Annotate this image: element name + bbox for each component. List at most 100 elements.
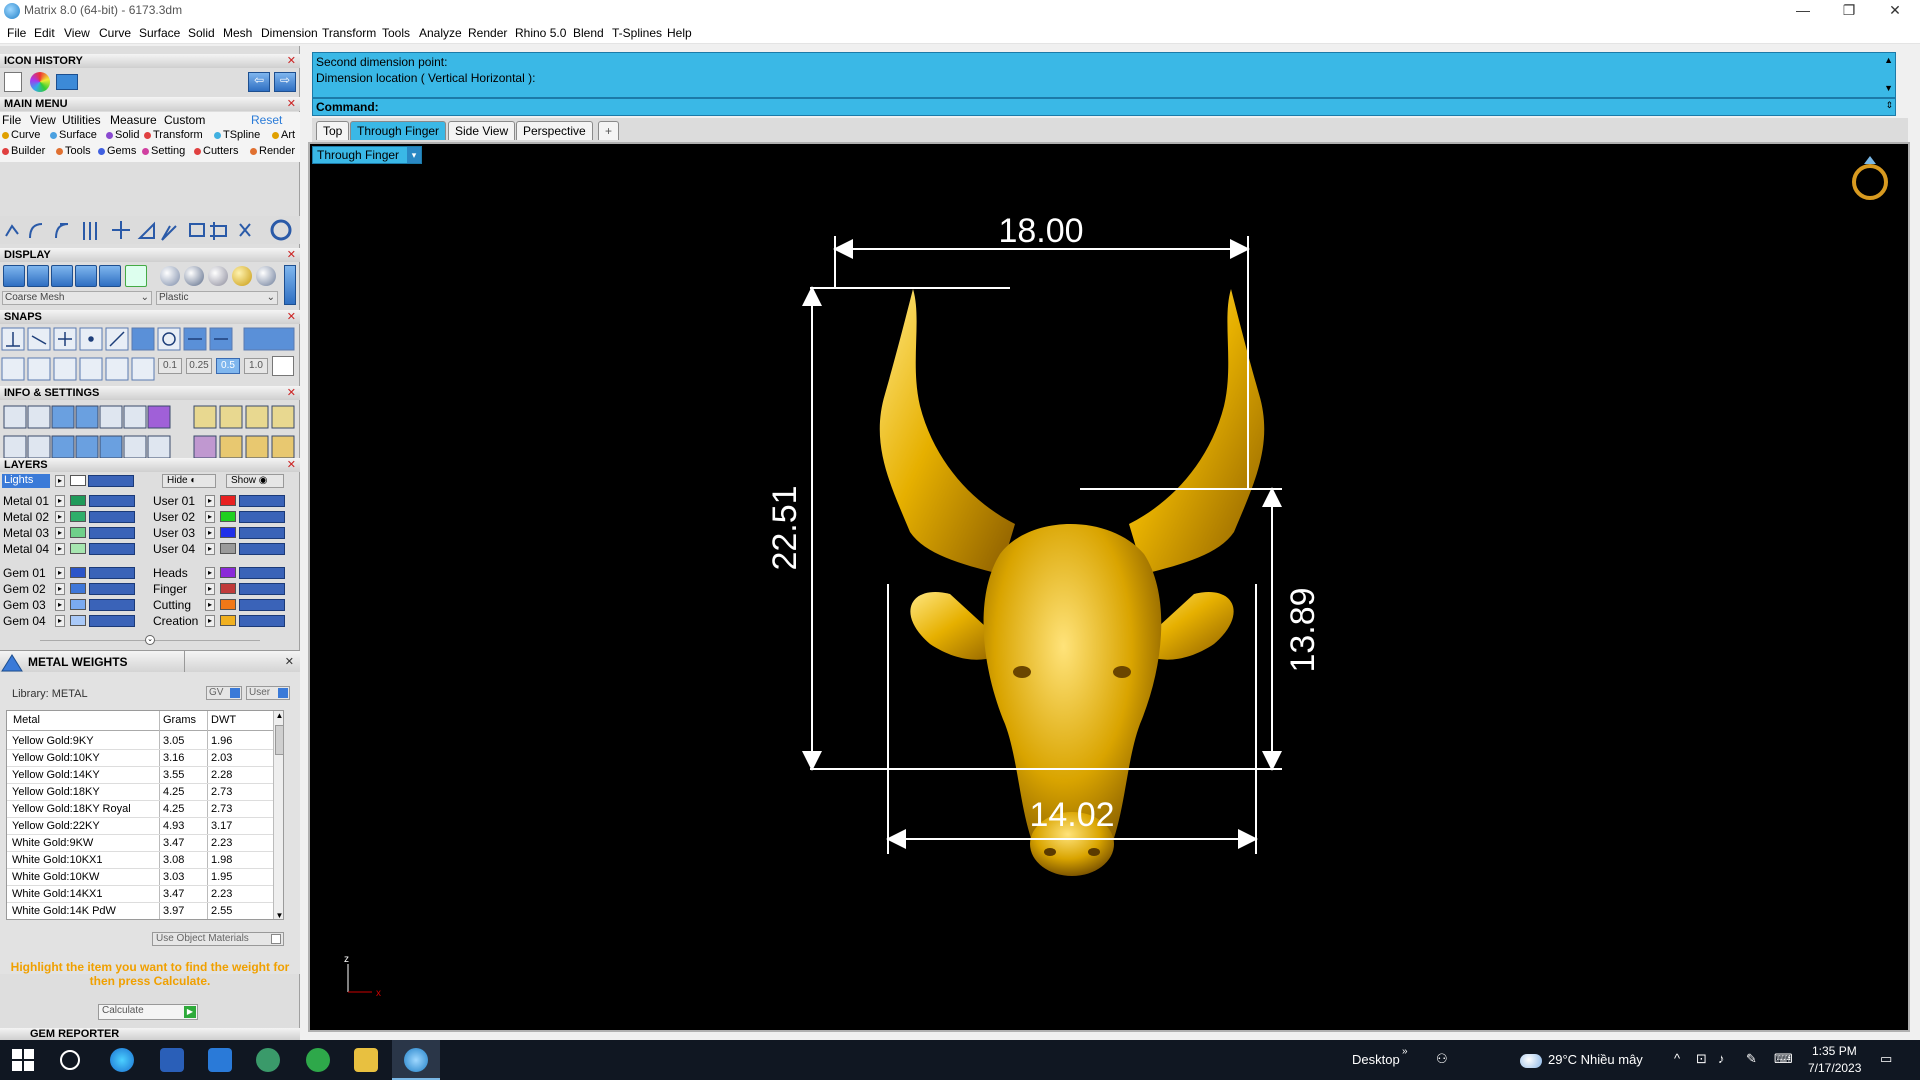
layer-visibility-controls[interactable] — [89, 511, 135, 523]
layer-visibility-controls[interactable] — [239, 567, 285, 579]
layer-color-swatch[interactable] — [220, 543, 236, 554]
lights-color-swatch[interactable] — [70, 475, 86, 486]
expand-icon[interactable]: ▸ — [205, 567, 215, 579]
calculate-button[interactable]: Calculate ▶ — [98, 1004, 198, 1020]
color-wheel-icon[interactable] — [30, 72, 50, 92]
layer-color-swatch[interactable] — [70, 615, 86, 626]
menu-dimension[interactable]: Dimension — [261, 26, 318, 40]
wireframe-display-icon[interactable] — [3, 265, 25, 287]
tab-through-finger[interactable]: Through Finger — [350, 121, 447, 140]
column-header-grams[interactable]: Grams — [163, 714, 196, 726]
layer-color-swatch[interactable] — [70, 527, 86, 538]
file-explorer-icon[interactable] — [354, 1048, 378, 1072]
gold-material-icon[interactable] — [232, 266, 252, 286]
table-row[interactable]: Yellow Gold:14KY 3.55 2.28 — [7, 767, 275, 784]
layer-visibility-controls[interactable] — [89, 567, 135, 579]
layer-visibility-controls[interactable] — [89, 583, 135, 595]
table-row[interactable]: White Gold:14K PdW 3.97 2.55 — [7, 903, 275, 919]
keyboard-icon[interactable]: ⌨ — [1774, 1051, 1793, 1067]
close-icon[interactable]: ✕ — [287, 310, 296, 324]
rendered-display-icon[interactable] — [75, 265, 97, 287]
grid-display-icon[interactable] — [125, 265, 147, 287]
transform-tools-icons[interactable] — [0, 216, 300, 244]
layer-visibility-controls[interactable] — [89, 543, 135, 555]
category-solid[interactable]: Solid — [106, 129, 139, 141]
mail-icon[interactable] — [208, 1048, 232, 1072]
menu-help[interactable]: Help — [667, 26, 692, 40]
network-icon[interactable]: ⊡ — [1696, 1051, 1707, 1067]
layer-name[interactable]: Creation — [153, 614, 198, 628]
matrix-taskbar-button[interactable] — [392, 1040, 440, 1080]
menu-solid[interactable]: Solid — [188, 26, 215, 40]
layer-color-swatch[interactable] — [70, 599, 86, 610]
expand-icon[interactable]: ▸ — [55, 583, 65, 595]
layer-visibility-controls[interactable] — [239, 495, 285, 507]
white-gold-material-icon[interactable] — [256, 266, 276, 286]
viewport[interactable]: Through Finger ▾ 18.00 22.51 13.89 14.02… — [308, 142, 1910, 1032]
expand-icon[interactable]: ▸ — [55, 495, 65, 507]
layer-color-swatch[interactable] — [70, 567, 86, 578]
lights-layer-controls[interactable] — [88, 475, 134, 487]
volume-icon[interactable]: ♪ — [1718, 1051, 1725, 1066]
material-select[interactable]: Plastic ⌄ — [156, 291, 278, 305]
scroll-icon[interactable]: ⇕ — [1885, 100, 1893, 111]
chevron-down-icon[interactable]: ▼ — [274, 911, 283, 919]
layer-color-swatch[interactable] — [70, 543, 86, 554]
expand-icon[interactable]: ▸ — [55, 567, 65, 579]
minimize-button[interactable]: — — [1780, 0, 1826, 22]
menu-render[interactable]: Render — [468, 26, 507, 40]
layer-color-swatch[interactable] — [220, 599, 236, 610]
layer-visibility-controls[interactable] — [89, 495, 135, 507]
table-row[interactable]: Yellow Gold:9KY 3.05 1.96 — [7, 733, 275, 750]
category-tools[interactable]: Tools — [56, 145, 91, 157]
app-icon[interactable] — [256, 1048, 280, 1072]
layer-color-swatch[interactable] — [220, 511, 236, 522]
windows-start-icon[interactable] — [12, 1049, 34, 1071]
menu-transform[interactable]: Transform — [322, 26, 376, 40]
close-icon[interactable]: ✕ — [285, 655, 294, 668]
pen-icon[interactable]: ✎ — [1746, 1051, 1757, 1067]
layer-visibility-controls[interactable] — [239, 583, 285, 595]
category-setting[interactable]: Setting — [142, 145, 185, 157]
table-row[interactable]: Yellow Gold:18KY Royal 4.25 2.73 — [7, 801, 275, 818]
expand-icon[interactable]: ▸ — [55, 599, 65, 611]
silver-material-icon[interactable] — [160, 266, 180, 286]
chevron-right-icon[interactable]: » — [1402, 1046, 1408, 1057]
chevron-up-icon[interactable]: ^ — [1674, 1051, 1680, 1066]
close-icon[interactable]: ✕ — [287, 458, 296, 472]
tab-perspective[interactable]: Perspective — [516, 121, 593, 140]
chevron-down-icon[interactable]: ⌄ — [145, 635, 155, 645]
desktop-toolbar-label[interactable]: Desktop — [1352, 1052, 1400, 1067]
menu-view[interactable]: View — [64, 26, 90, 40]
table-row[interactable]: White Gold:10KW 3.03 1.95 — [7, 869, 275, 886]
menu-edit[interactable]: Edit — [34, 26, 55, 40]
people-icon[interactable]: ⚇ — [1436, 1051, 1448, 1067]
store-icon[interactable] — [160, 1048, 184, 1072]
layer-visibility-controls[interactable] — [89, 615, 135, 627]
table-row[interactable]: Yellow Gold:22KY 4.93 3.17 — [7, 818, 275, 835]
scrollbar-thumb[interactable] — [275, 725, 283, 755]
table-scrollbar[interactable]: ▲ ▼ — [273, 711, 283, 919]
chevron-up-icon[interactable]: ▲ — [274, 711, 283, 721]
ring-icon[interactable] — [1852, 156, 1888, 200]
expand-icon[interactable]: ▸ — [55, 527, 65, 539]
shaded-display-icon[interactable] — [51, 265, 73, 287]
main-menu-custom[interactable]: Custom — [164, 113, 205, 127]
layer-visibility-controls[interactable] — [239, 527, 285, 539]
category-gems[interactable]: Gems — [98, 145, 136, 157]
weather-text[interactable]: 29°C Nhiều mây — [1548, 1052, 1643, 1067]
category-tspline[interactable]: TSpline — [214, 129, 260, 141]
main-menu-utilities[interactable]: Utilities — [62, 113, 101, 127]
notification-icon[interactable]: ▭ — [1880, 1051, 1892, 1067]
mesh-quality-select[interactable]: Coarse Mesh ⌄ — [2, 291, 152, 305]
column-header-metal[interactable]: Metal — [13, 714, 40, 726]
expand-icon[interactable]: ▸ — [205, 543, 215, 555]
restore-button[interactable]: ❐ — [1826, 0, 1872, 22]
chevron-down-icon[interactable]: ▼ — [1884, 83, 1893, 93]
table-row[interactable]: Yellow Gold:10KY 3.16 2.03 — [7, 750, 275, 767]
layer-color-swatch[interactable] — [220, 567, 236, 578]
expand-icon[interactable]: ▸ — [205, 495, 215, 507]
open-folder-icon[interactable] — [56, 74, 78, 90]
layer-color-swatch[interactable] — [70, 511, 86, 522]
main-menu-reset[interactable]: Reset — [251, 113, 282, 127]
